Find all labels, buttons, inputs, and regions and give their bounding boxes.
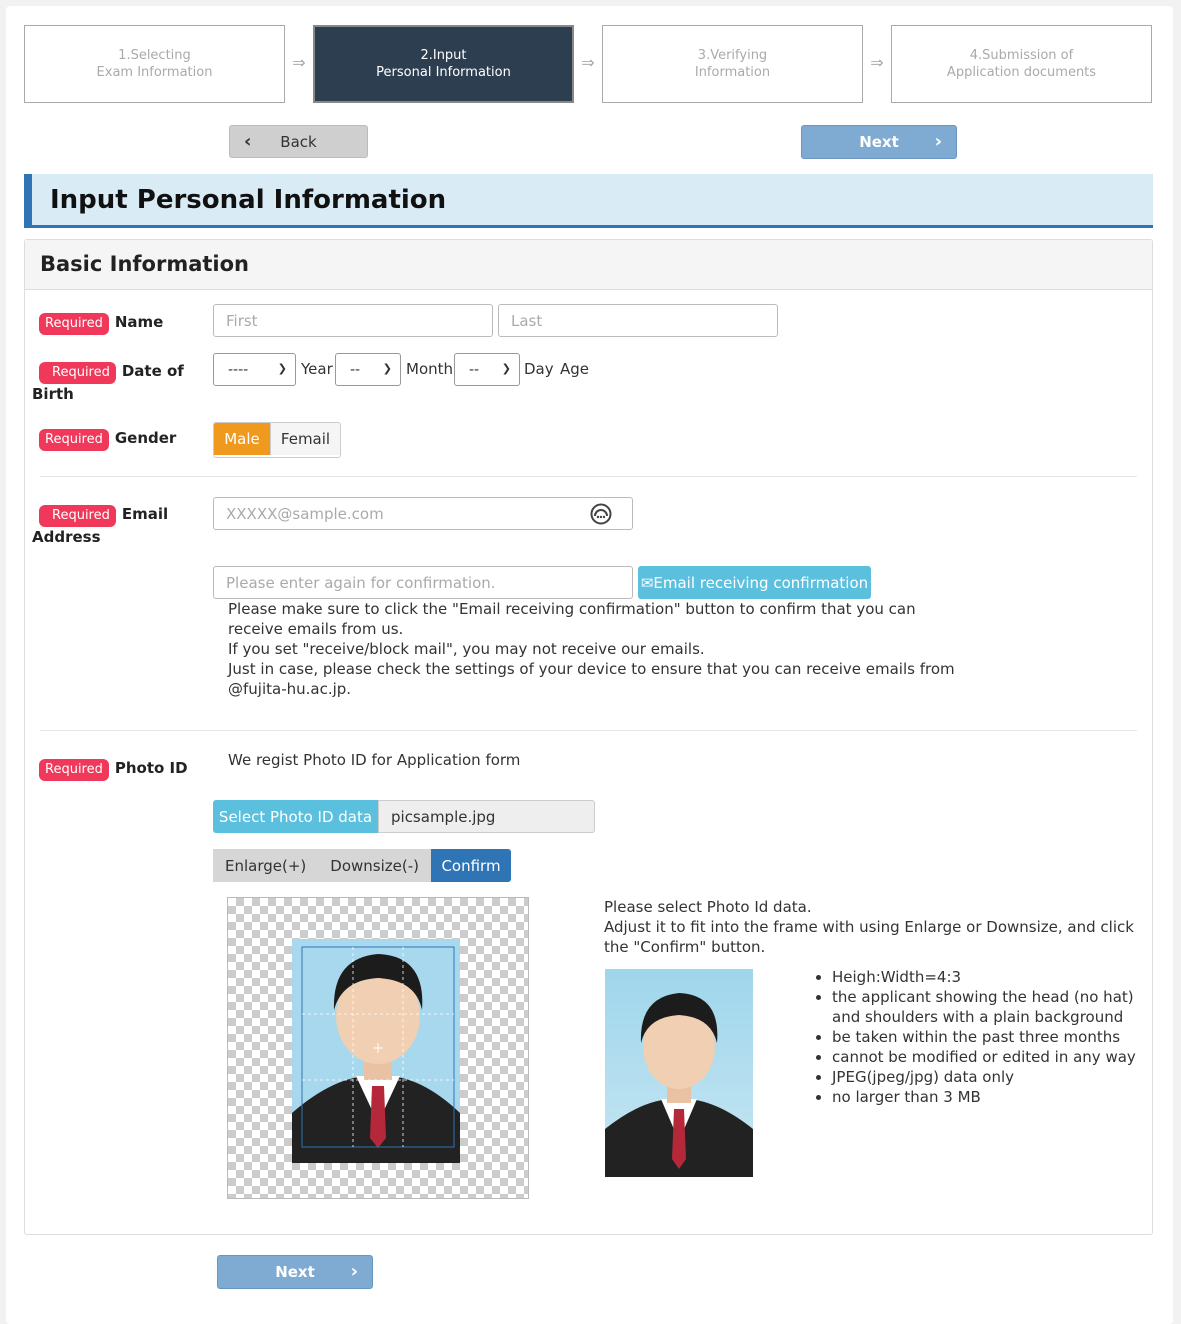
required-badge: Required [39,759,109,781]
next-button-bottom[interactable]: Next › [217,1255,373,1289]
photo-label-text: Photo ID [114,759,188,777]
divider [40,730,1137,731]
downsize-button[interactable]: Downsize(-) [318,849,431,882]
first-name-input[interactable]: First [213,304,493,337]
email-label: Required Email Address [32,504,192,547]
next-button-top[interactable]: Next › [801,125,957,159]
step-submission: 4.Submission of Application documents [891,25,1152,103]
photo-requirement: the applicant showing the head (no hat) … [832,987,1162,1027]
application-page: 1.Selecting Exam Information ⇒ 2.Input Per… [6,6,1173,1324]
section-title: Basic Information [25,240,1152,290]
step-3-line2: Information [694,65,771,80]
photo-description: We regist Photo ID for Application form [228,751,521,769]
dob-label: Required Date of Birth [32,361,192,404]
photo-hint-line: Adjust it to fit into the frame with usi… [604,918,1134,956]
email-input[interactable]: XXXXX@sample.com [213,497,633,530]
year-label: Year [301,360,333,378]
step-1-line2: Exam Information [96,65,213,80]
back-button[interactable]: ‹ Back [229,125,368,158]
step-selecting-exam: 1.Selecting Exam Information [24,25,285,103]
name-label-text: Name [114,313,164,331]
photo-requirement: be taken within the past three months [832,1027,1162,1047]
chevron-down-icon: ❯ [382,362,392,375]
photo-requirement: Heigh:Width=4:3 [832,967,1162,987]
chevron-right-icon: › [350,1261,358,1282]
email-placeholder: XXXXX@sample.com [226,504,384,523]
photo-label: Required Photo ID [39,758,188,781]
month-label: Month [406,360,454,378]
required-badge: Required [39,362,116,384]
name-label: Required Name [39,312,163,335]
email-note-line: Please make sure to click the "Email rec… [228,600,916,638]
confirm-crop-button[interactable]: Confirm [431,849,511,882]
sample-photo [605,969,753,1177]
required-badge: Required [39,313,109,335]
photo-hint-line: Please select Photo Id data. [604,898,812,916]
day-label: Day [524,360,554,378]
birth-year-select[interactable]: ---- ❯ [213,353,296,386]
chevron-down-icon: ❯ [501,362,511,375]
next-button-label: Next [859,133,899,151]
step-input-personal: 2.Input Personal Information [313,25,574,103]
required-badge: Required [39,505,116,527]
birth-day-select[interactable]: -- ❯ [454,353,520,386]
next-button-label: Next [275,1263,315,1281]
step-1-line1: 1.Selecting [118,48,191,63]
gender-female-button[interactable]: Femail [270,423,340,455]
email-note-line: Just in case, please check the settings … [228,660,955,698]
photo-zoom-controls: Enlarge(+) Downsize(-) Confirm [213,849,511,882]
gender-label: Required Gender [39,428,176,451]
step-3-line1: 3.Verifying [697,48,768,63]
step-2-line2: Personal Information [376,65,511,80]
email-receiving-confirmation-button[interactable]: ✉Email receiving confirmation [638,566,871,599]
gender-male-button[interactable]: Male [214,423,270,455]
photo-hint: Please select Photo Id data. Adjust it t… [604,897,1134,957]
step-4-line1: 4.Submission of [969,48,1074,63]
step-4-line2: Application documents [946,65,1097,80]
step-arrow-icon: ⇒ [581,53,595,72]
password-manager-icon[interactable] [590,503,612,525]
step-verifying: 3.Verifying Information [602,25,863,103]
email-confirm-input[interactable]: Please enter again for confirmation. [213,566,633,599]
photo-requirements-list: Heigh:Width=4:3 the applicant showing th… [814,967,1162,1107]
chevron-down-icon: ❯ [277,362,287,375]
step-2-line1: 2.Input [420,48,467,63]
birth-day-value: -- [469,361,480,378]
enlarge-button[interactable]: Enlarge(+) [213,849,319,882]
chevron-right-icon: › [934,131,942,152]
photo-crop-area[interactable] [227,897,529,1199]
photo-requirement: cannot be modified or edited in any way [832,1047,1162,1067]
gender-toggle: Male Femail [213,422,341,458]
divider [40,476,1137,477]
email-note: Please make sure to click the "Email rec… [228,599,958,699]
birth-month-value: -- [350,361,361,378]
birth-year-value: ---- [228,361,249,378]
email-note-line: If you set "receive/block mail", you may… [228,640,705,658]
chevron-left-icon: ‹ [244,131,252,152]
page-title: Input Personal Information [24,174,1153,228]
step-arrow-icon: ⇒ [292,53,306,72]
last-name-input[interactable]: Last [498,304,778,337]
basic-information-panel: Basic Information Required Name First Las… [24,239,1153,1235]
gender-label-text: Gender [114,429,177,447]
photo-requirement: JPEG(jpeg/jpg) data only [832,1067,1162,1087]
photo-requirement: no larger than 3 MB [832,1087,1162,1107]
required-badge: Required [39,429,109,451]
birth-month-select[interactable]: -- ❯ [335,353,401,386]
step-arrow-icon: ⇒ [870,53,884,72]
age-label: Age [560,360,590,378]
select-photo-button[interactable]: Select Photo ID data [213,800,378,833]
selected-file-name: picsample.jpg [378,800,595,833]
back-button-label: Back [280,132,317,151]
